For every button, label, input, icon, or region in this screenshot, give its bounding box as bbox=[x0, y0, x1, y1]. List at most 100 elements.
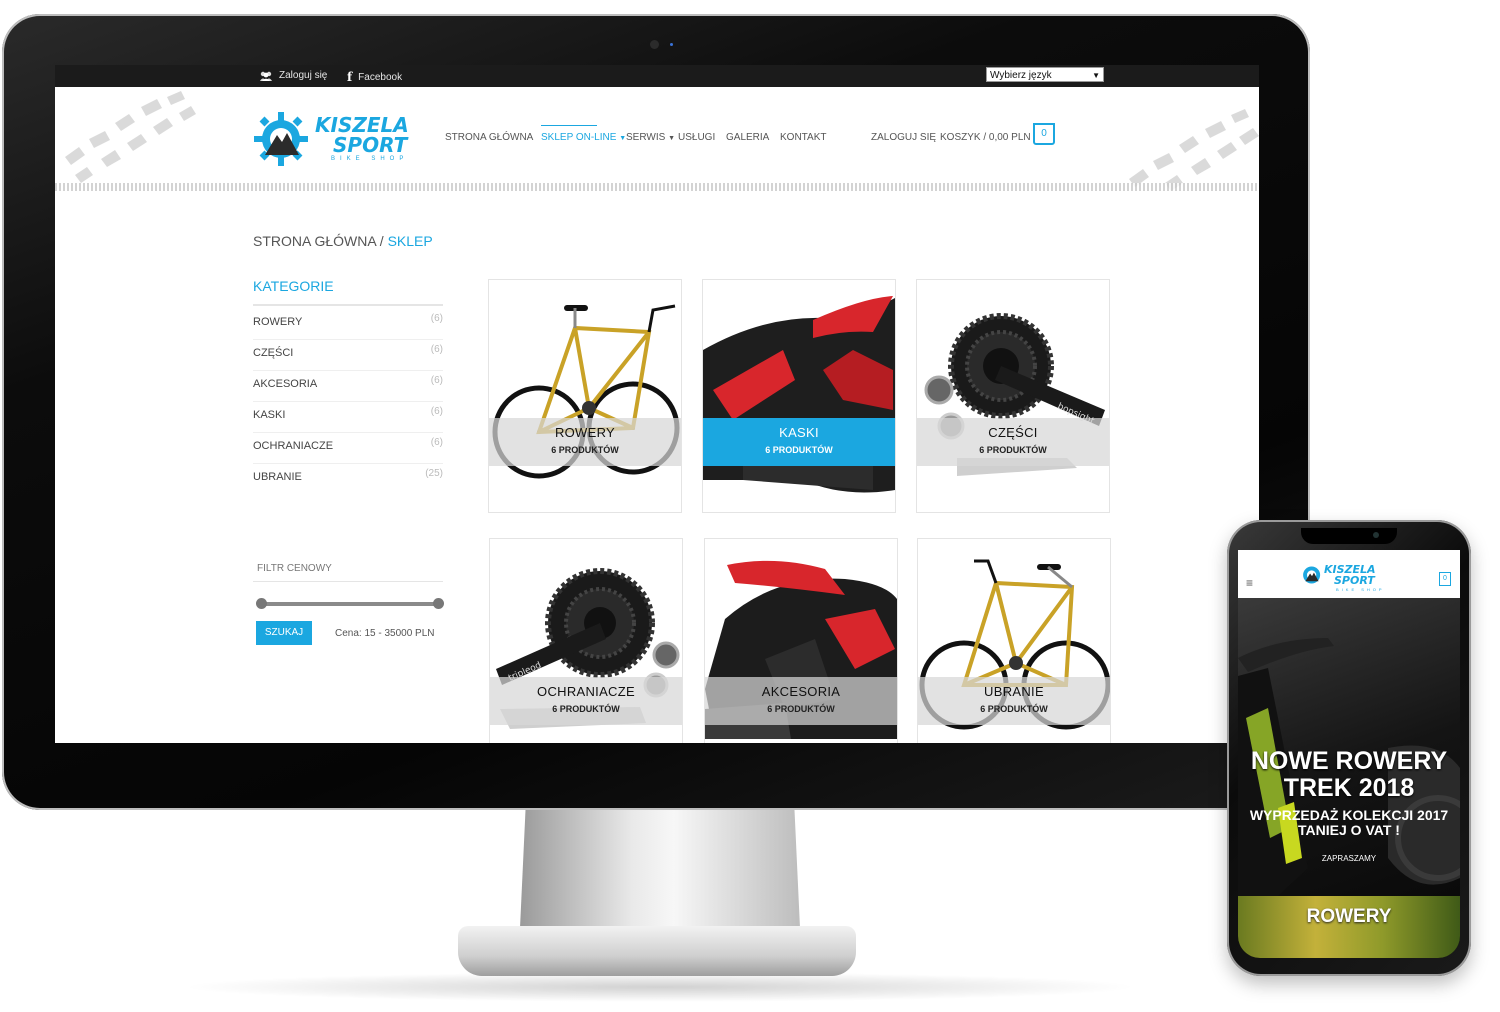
nav-item-contact[interactable]: KONTAKT bbox=[780, 132, 826, 143]
breadcrumb: STRONA GŁÓWNA / SKLEP bbox=[253, 233, 433, 249]
mobile-logo-line2: SPORT bbox=[1334, 574, 1375, 587]
category-card-count: 6 PRODUKTÓW bbox=[980, 704, 1048, 714]
mobile-hero-sub-line2: TANIEJ O VAT ! bbox=[1298, 822, 1400, 838]
category-card-band: OCHRANIACZE 6 PRODUKTÓW bbox=[490, 677, 682, 725]
category-item[interactable]: ROWERY (6) bbox=[253, 308, 443, 340]
category-card-helmets[interactable]: KASKI 6 PRODUKTÓW bbox=[702, 279, 896, 513]
mobile-category-banner-label: ROWERY bbox=[1306, 906, 1392, 927]
price-slider-track[interactable] bbox=[260, 602, 440, 606]
phone-notch bbox=[1301, 528, 1397, 544]
category-item[interactable]: UBRANIE (25) bbox=[253, 463, 443, 494]
nav-item-gallery[interactable]: GALERIA bbox=[726, 132, 769, 143]
header-divider bbox=[55, 183, 1259, 191]
nav-item-services[interactable]: USŁUGI bbox=[678, 132, 715, 143]
price-filter-divider bbox=[253, 581, 443, 582]
language-select-value: Wybierz język bbox=[990, 70, 1052, 81]
facebook-link[interactable]: f Facebook bbox=[347, 70, 402, 84]
price-slider-max-handle[interactable] bbox=[433, 598, 444, 609]
logo-tagline: BIKE SHOP bbox=[331, 156, 409, 162]
category-name: OCHRANIACZE bbox=[253, 440, 334, 452]
category-card-protectors[interactable]: tripleod OCHRANIACZE 6 PRODUKTÓW bbox=[489, 538, 683, 743]
category-card-count: 6 PRODUKTÓW bbox=[979, 445, 1047, 455]
monitor-shadow bbox=[180, 972, 1140, 1002]
category-card-title: AKCESORIA bbox=[761, 684, 841, 699]
category-item[interactable]: KASKI (6) bbox=[253, 401, 443, 433]
category-card-count: 6 PRODUKTÓW bbox=[552, 704, 620, 714]
categories-title: KATEGORIE bbox=[253, 278, 334, 294]
monitor-camera bbox=[650, 40, 659, 49]
category-card-title: OCHRANIACZE bbox=[537, 684, 635, 699]
category-count: (6) bbox=[430, 313, 443, 324]
chevron-down-icon: ▼ bbox=[1092, 71, 1100, 80]
crankset-image: bopsight bbox=[924, 313, 1105, 476]
category-card-bikes[interactable]: ROWERY 6 PRODUKTÓW bbox=[488, 279, 682, 513]
top-bar: Zaloguj się f Facebook Wybierz język ▼ bbox=[55, 65, 1259, 87]
nav-item-service[interactable]: SERWIS ▼ bbox=[626, 132, 675, 143]
category-card-band: UBRANIE 6 PRODUKTÓW bbox=[918, 677, 1110, 725]
gear-mountain-logo-icon bbox=[254, 112, 308, 166]
category-card-title: KASKI bbox=[779, 425, 819, 440]
language-select[interactable]: Wybierz język ▼ bbox=[986, 67, 1104, 82]
category-card-title: CZĘŚCI bbox=[988, 425, 1038, 440]
category-item[interactable]: CZĘŚCI (6) bbox=[253, 339, 443, 371]
mobile-hero-title-line2: TREK 2018 bbox=[1283, 774, 1415, 802]
nav-item-home[interactable]: STRONA GŁÓWNA bbox=[445, 132, 533, 143]
category-name: AKCESORIA bbox=[253, 378, 318, 390]
category-name: CZĘŚCI bbox=[253, 347, 294, 359]
category-card-accessories[interactable]: AKCESORIA 6 PRODUKTÓW bbox=[704, 538, 898, 743]
mobile-cart-icon[interactable]: 0 bbox=[1439, 572, 1451, 586]
mobile-screen: ≡ KISZELA SPORT BIKE SHOP 0 NOWE ROWERY … bbox=[1238, 550, 1460, 958]
category-count: (25) bbox=[425, 468, 443, 479]
price-slider-min-handle[interactable] bbox=[256, 598, 267, 609]
price-range-label: Cena: 15 - 35000 PLN bbox=[335, 628, 435, 639]
category-card-count: 6 PRODUKTÓW bbox=[765, 445, 833, 455]
category-card-parts[interactable]: bopsight CZĘŚCI 6 PRODUKTÓW bbox=[916, 279, 1110, 513]
mobile-hero-sub-line1: WYPRZEDAŻ KOLEKCJI 2017 bbox=[1249, 807, 1449, 823]
mobile-header: ≡ KISZELA SPORT BIKE SHOP 0 bbox=[1238, 550, 1460, 598]
breadcrumb-home[interactable]: STRONA GŁÓWNA bbox=[253, 233, 376, 249]
category-card-count: 6 PRODUKTÓW bbox=[551, 445, 619, 455]
category-card-band: ROWERY 6 PRODUKTÓW bbox=[489, 418, 681, 466]
menu-icon[interactable]: ≡ bbox=[1246, 576, 1253, 590]
category-name: UBRANIE bbox=[253, 471, 302, 483]
monitor-stand-base bbox=[458, 926, 856, 976]
category-item[interactable]: AKCESORIA (6) bbox=[253, 370, 443, 402]
category-card-band: AKCESORIA 6 PRODUKTÓW bbox=[705, 677, 897, 725]
gear-mountain-logo-icon[interactable] bbox=[1300, 564, 1324, 586]
nav-item-service-label: SERWIS bbox=[626, 132, 666, 143]
category-count: (6) bbox=[430, 437, 443, 448]
category-card-count: 6 PRODUKTÓW bbox=[767, 704, 835, 714]
mobile-hero: NOWE ROWERY TREK 2018 WYPRZEDAŻ KOLEKCJI… bbox=[1238, 598, 1460, 896]
category-count: (6) bbox=[430, 375, 443, 386]
category-item[interactable]: OCHRANIACZE (6) bbox=[253, 432, 443, 464]
mobile-logo-tagline: BIKE SHOP bbox=[1336, 587, 1385, 592]
category-name: ROWERY bbox=[253, 316, 303, 328]
desktop-screen: Zaloguj się f Facebook Wybierz język ▼ K… bbox=[55, 65, 1259, 743]
category-count: (6) bbox=[430, 344, 443, 355]
category-card-band: KASKI 6 PRODUKTÓW bbox=[703, 418, 895, 466]
bicycle-image bbox=[492, 304, 680, 479]
nav-item-shop[interactable]: SKLEP ON-LINE ▼ bbox=[541, 132, 626, 143]
nav-item-shop-label: SKLEP ON-LINE bbox=[541, 132, 617, 143]
category-card-clothing[interactable]: UBRANIE 6 PRODUKTÓW bbox=[917, 538, 1111, 743]
login-link[interactable]: Zaloguj się bbox=[259, 70, 327, 81]
categories-divider bbox=[253, 304, 443, 306]
category-count: (6) bbox=[430, 406, 443, 417]
cart-count: 0 bbox=[1041, 128, 1047, 139]
monitor-stand-neck bbox=[520, 808, 800, 928]
cart-icon[interactable]: 0 bbox=[1033, 123, 1055, 145]
tire-tread-decoration-right bbox=[1129, 109, 1259, 191]
category-card-band: CZĘŚCI 6 PRODUKTÓW bbox=[917, 418, 1109, 466]
nav-cart-total[interactable]: KOSZYK / 0,00 PLN bbox=[940, 132, 1031, 143]
site-logo[interactable]: KISZELA SPORT BIKE SHOP bbox=[251, 109, 421, 169]
search-button[interactable]: SZUKAJ bbox=[256, 621, 312, 645]
desktop-monitor: Zaloguj się f Facebook Wybierz język ▼ K… bbox=[2, 14, 1310, 810]
facebook-icon: f bbox=[347, 70, 353, 84]
phone-camera bbox=[1373, 532, 1379, 538]
facebook-link-label: Facebook bbox=[358, 71, 403, 83]
site-header: KISZELA SPORT BIKE SHOP STRONA GŁÓWNA SK… bbox=[55, 87, 1259, 191]
login-link-label: Zaloguj się bbox=[279, 70, 328, 81]
nav-login[interactable]: ZALOGUJ SIĘ bbox=[871, 132, 936, 143]
caret-down-icon: ▼ bbox=[668, 135, 675, 142]
mobile-hero-cta[interactable]: ZAPRASZAMY bbox=[1238, 854, 1460, 863]
